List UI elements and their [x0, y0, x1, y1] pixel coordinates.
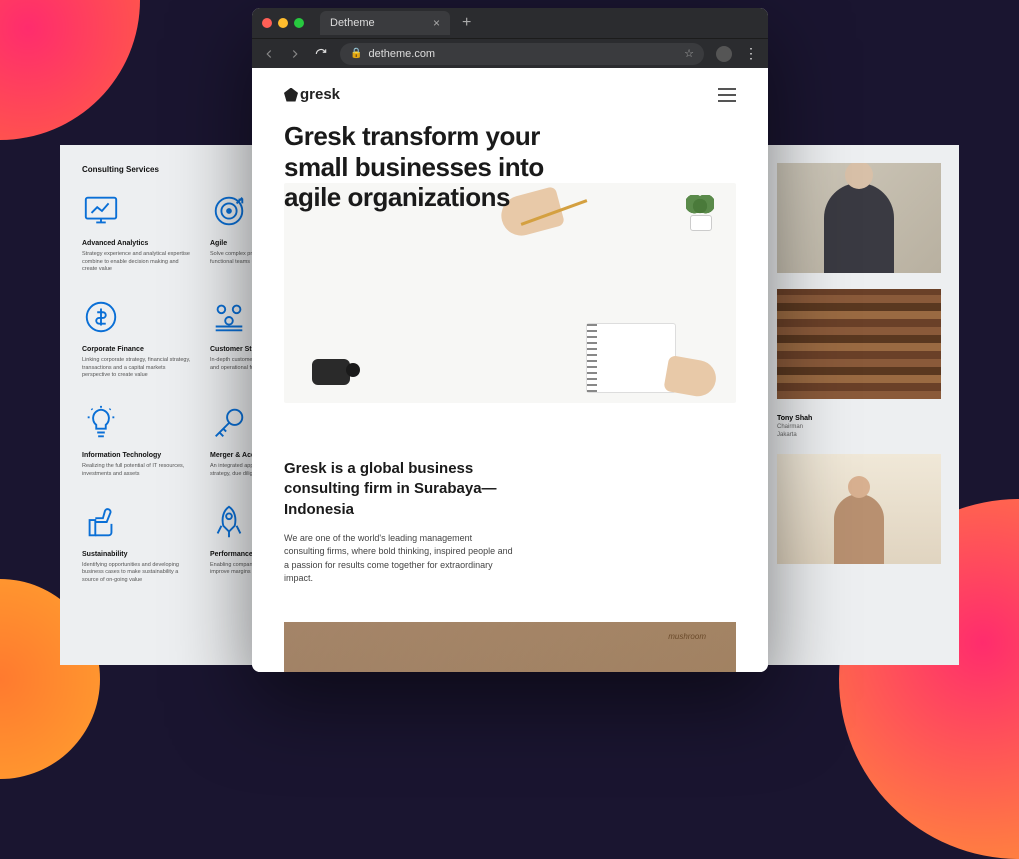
hero-section: Gresk transform your small businesses in… [252, 121, 768, 403]
reload-button[interactable] [314, 47, 328, 61]
address-bar[interactable]: 🔒 detheme.com ☆ [340, 43, 704, 65]
close-window-button[interactable] [262, 18, 272, 28]
service-name: Sustainability [82, 551, 192, 558]
service-desc: Strategy experience and analytical exper… [82, 251, 192, 274]
close-tab-icon[interactable]: × [433, 16, 440, 30]
hero-heading: Gresk transform your small businesses in… [284, 121, 584, 213]
site-header: gresk [252, 68, 768, 121]
lock-icon: 🔒 [350, 48, 362, 59]
rocket-icon [210, 503, 248, 541]
service-desc: Realizing the full potential of IT resou… [82, 463, 192, 478]
maximize-window-button[interactable] [294, 18, 304, 28]
page-content: gresk Gresk transform your small busines… [252, 68, 768, 672]
back-button[interactable] [262, 47, 276, 61]
thumb-icon [82, 503, 120, 541]
intro-heading: Gresk is a global business consulting fi… [284, 459, 544, 520]
star-icon[interactable]: ☆ [684, 47, 694, 60]
traffic-lights [262, 18, 304, 28]
logo-mark-icon [284, 88, 298, 102]
browser-menu-button[interactable]: ⋮ [744, 45, 758, 62]
logo-text: gresk [300, 86, 340, 103]
hero-image [284, 183, 736, 403]
forward-button[interactable] [288, 47, 302, 61]
analytics-icon [82, 192, 120, 230]
person-photo [777, 163, 941, 273]
bulb-icon [82, 404, 120, 442]
person-role: Chairman [777, 424, 941, 430]
person-location: Jakarta [777, 432, 941, 438]
person-meta: Tony Shah Chairman Jakarta [777, 415, 941, 438]
person-name: Tony Shah [777, 415, 941, 422]
tab-title: Detheme [330, 17, 375, 29]
office-photo [777, 454, 941, 564]
address-bar-row: 🔒 detheme.com ☆ ⋮ [252, 38, 768, 68]
team-panel: Tony Shah Chairman Jakarta [759, 145, 959, 665]
minimize-window-button[interactable] [278, 18, 288, 28]
service-item: Advanced Analytics Strategy experience a… [82, 192, 192, 274]
cafe-sign-text: mushroom [668, 632, 706, 641]
bg-blob [0, 0, 140, 140]
key-icon [210, 404, 248, 442]
extension-icon[interactable] [716, 46, 732, 62]
url-text: detheme.com [368, 48, 435, 60]
new-tab-button[interactable]: + [456, 14, 477, 32]
service-item: Sustainability Identifying opportunities… [82, 503, 192, 585]
intro-image: mushroom [284, 622, 736, 672]
site-logo[interactable]: gresk [284, 86, 340, 103]
browser-chrome: Detheme × + 🔒 detheme.com ☆ ⋮ [252, 8, 768, 68]
service-desc: Linking corporate strategy, financial st… [82, 357, 192, 380]
browser-tab[interactable]: Detheme × [320, 11, 450, 35]
target-icon [210, 192, 248, 230]
service-desc: Identifying opportunities and developing… [82, 562, 192, 585]
menu-button[interactable] [718, 88, 736, 102]
intro-section: Gresk is a global business consulting fi… [252, 403, 768, 606]
service-name: Information Technology [82, 452, 192, 459]
service-item: Information Technology Realizing the ful… [82, 404, 192, 478]
tab-bar: Detheme × + [252, 8, 768, 38]
service-name: Advanced Analytics [82, 240, 192, 247]
intro-body: We are one of the world's leading manage… [284, 532, 514, 586]
finance-icon [82, 298, 120, 336]
browser-window: Detheme × + 🔒 detheme.com ☆ ⋮ gresk [252, 8, 768, 672]
customer-icon [210, 298, 248, 336]
service-name: Corporate Finance [82, 346, 192, 353]
texture-photo [777, 289, 941, 399]
service-item: Corporate Finance Linking corporate stra… [82, 298, 192, 380]
